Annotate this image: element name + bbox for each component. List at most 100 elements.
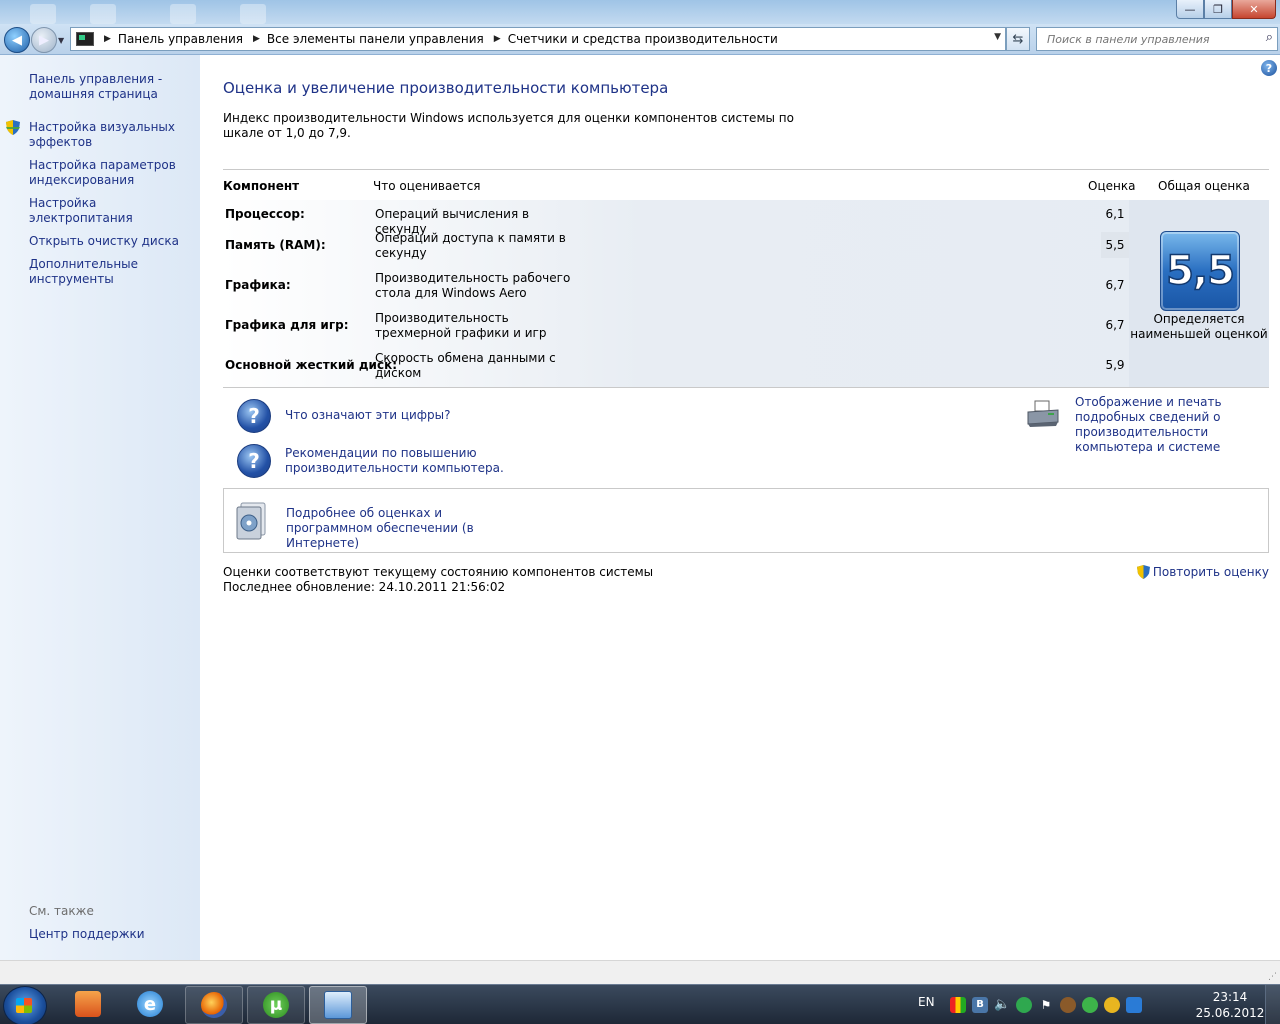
component-name: Основной жесткий диск: — [225, 358, 398, 372]
recent-pages-dropdown[interactable]: ▼ — [58, 36, 64, 45]
control-panel-icon — [76, 32, 94, 46]
taskbar-media-player[interactable] — [60, 986, 116, 1022]
network-icon[interactable] — [1126, 997, 1142, 1013]
close-button[interactable]: ✕ — [1232, 0, 1276, 19]
back-button[interactable]: ◀ — [4, 27, 30, 53]
component-name: Процессор: — [225, 207, 305, 221]
table-row: Графика для игр: Производительность трех… — [223, 310, 1129, 350]
clock-time: 23:14 — [1212, 990, 1248, 1004]
header-overall: Общая оценка — [1158, 179, 1250, 193]
component-score: 6,7 — [1105, 278, 1125, 292]
breadcrumb-chevron-icon[interactable]: ▶ — [104, 34, 111, 44]
show-desktop-button[interactable] — [1265, 985, 1280, 1024]
clock[interactable]: 23:14 25.06.2012 — [1195, 989, 1265, 1021]
sidebar-item-label: Настройка электропитания — [29, 196, 133, 225]
taskbar-firefox[interactable] — [185, 986, 243, 1024]
page-title: Оценка и увеличение производительности к… — [223, 79, 669, 97]
tray-app-icon[interactable] — [950, 997, 966, 1013]
maximize-button[interactable]: ❐ — [1204, 0, 1232, 19]
language-indicator[interactable]: EN — [918, 995, 935, 1009]
component-metric: Производительность трехмерной графики и … — [375, 311, 547, 340]
table-row: Основной жесткий диск: Скорость обмена д… — [223, 350, 1129, 390]
title-bar: — ❐ ✕ — [0, 0, 1280, 24]
volume-icon[interactable]: 🔈 — [994, 997, 1010, 1013]
sidebar-item-disk-cleanup[interactable]: Открыть очистку диска — [29, 234, 194, 249]
taskbar-internet-explorer[interactable]: e — [122, 986, 178, 1022]
breadcrumb-performance[interactable]: Счетчики и средства производительности — [508, 32, 778, 46]
page-description: Индекс производительности Windows исполь… — [223, 111, 794, 140]
component-metric: Производительность рабочего стола для Wi… — [375, 271, 571, 300]
sidebar-item-advanced-tools[interactable]: Дополнительные инструменты — [29, 257, 194, 287]
utorrent-tray-icon[interactable] — [1082, 997, 1098, 1013]
book-icon — [236, 502, 266, 540]
component-score: 5,9 — [1105, 358, 1125, 372]
taskbar-control-panel[interactable] — [309, 986, 367, 1024]
firefox-icon — [201, 992, 227, 1018]
component-name: Графика для игр: — [225, 318, 349, 332]
forward-button[interactable]: ▶ — [31, 27, 57, 53]
sidebar-item-power[interactable]: Настройка электропитания — [29, 196, 194, 226]
component-score: 6,1 — [1105, 207, 1125, 221]
ghost-icon — [90, 4, 116, 24]
print-details-link[interactable]: Отображение и печать подробных сведений … — [1075, 395, 1275, 455]
score-table: Компонент Что оценивается Оценка Общая о… — [223, 169, 1269, 388]
header-what: Что оценивается — [373, 179, 481, 193]
tray-brown-icon[interactable] — [1060, 997, 1076, 1013]
refresh-icon: ⇆ — [1012, 31, 1024, 47]
breadcrumb-control-panel[interactable]: Панель управления — [118, 32, 243, 46]
recommendations-link[interactable]: Рекомендации по повышению производительн… — [285, 446, 505, 476]
status-current: Оценки соответствуют текущему состоянию … — [223, 565, 654, 579]
table-row: Графика: Производительность рабочего сто… — [223, 270, 1129, 310]
search-icon[interactable]: ⌕ — [1266, 30, 1273, 45]
table-row: Память (RAM): Операций доступа к памяти … — [223, 230, 1129, 270]
action-center-flag-icon[interactable]: ⚑ — [1038, 997, 1054, 1013]
start-button[interactable] — [3, 986, 47, 1024]
printer-icon — [1027, 400, 1059, 427]
sidebar-item-label: Настройка параметров индексирования — [29, 158, 176, 187]
header-score: Оценка — [1088, 179, 1136, 193]
taskbar-utorrent[interactable]: µ — [247, 986, 305, 1024]
see-also-label: См. также — [29, 904, 94, 918]
help-button[interactable]: ? — [1261, 60, 1277, 76]
breadcrumb-all-items[interactable]: Все элементы панели управления — [267, 32, 484, 46]
address-bar[interactable]: ▶ Панель управления ▶ Все элементы панели … — [70, 27, 1006, 51]
status-strip: ⋰ — [0, 960, 1280, 985]
component-score: 6,7 — [1105, 318, 1125, 332]
address-dropdown-icon[interactable]: ▼ — [994, 32, 1001, 42]
arrow-right-icon: ▶ — [39, 32, 49, 48]
question-icon: ? — [237, 444, 271, 478]
minimize-button[interactable]: — — [1176, 0, 1204, 19]
search-box[interactable]: ⌕ — [1036, 27, 1278, 51]
breadcrumb-chevron-icon[interactable]: ▶ — [494, 34, 501, 44]
tray-yellow-icon[interactable] — [1104, 997, 1120, 1013]
sidebar-home-link[interactable]: Панель управления - домашняя страница — [29, 72, 189, 102]
refresh-button[interactable]: ⇆ — [1006, 27, 1030, 51]
component-metric: Скорость обмена данными с диском — [375, 351, 556, 380]
breadcrumb-chevron-icon[interactable]: ▶ — [253, 34, 260, 44]
sidebar-item-visual-effects[interactable]: Настройка визуальных эффектов — [6, 120, 194, 150]
what-numbers-link[interactable]: Что означают эти цифры? — [285, 408, 451, 423]
ie-icon: e — [137, 991, 163, 1017]
sidebar-item-label: Дополнительные инструменты — [29, 257, 139, 286]
more-info-link[interactable]: Подробнее об оценках и программном обесп… — [286, 506, 526, 551]
rerun-assessment-label: Повторить оценку — [1152, 565, 1269, 579]
clock-date: 25.06.2012 — [1195, 1006, 1265, 1020]
search-input[interactable] — [1045, 28, 1259, 50]
overall-note: Определяется наименьшей оценкой — [1130, 312, 1268, 341]
arrow-left-icon: ◀ — [12, 32, 22, 48]
resize-grip-icon[interactable]: ⋰ — [1268, 972, 1277, 982]
action-center-link[interactable]: Центр поддержки — [29, 927, 145, 942]
tray-green-icon[interactable] — [1016, 997, 1032, 1013]
sidebar-item-label: Открыть очистку диска — [29, 234, 179, 248]
utorrent-icon: µ — [263, 992, 289, 1018]
status-last-update: Последнее обновление: 24.10.2011 21:56:0… — [223, 580, 506, 594]
rerun-assessment-link[interactable]: Повторить оценку — [1136, 565, 1269, 579]
help-icon: ? — [1265, 61, 1273, 75]
component-name: Графика: — [225, 278, 291, 292]
vk-icon[interactable]: В — [972, 997, 988, 1013]
base-score-value: 5,5 — [1165, 247, 1235, 295]
ghost-icon — [30, 4, 56, 24]
overall-score-panel: 5,5 Определяется наименьшей оценкой — [1129, 200, 1269, 387]
sidebar-item-indexing[interactable]: Настройка параметров индексирования — [29, 158, 194, 188]
question-icon: ? — [237, 399, 271, 433]
